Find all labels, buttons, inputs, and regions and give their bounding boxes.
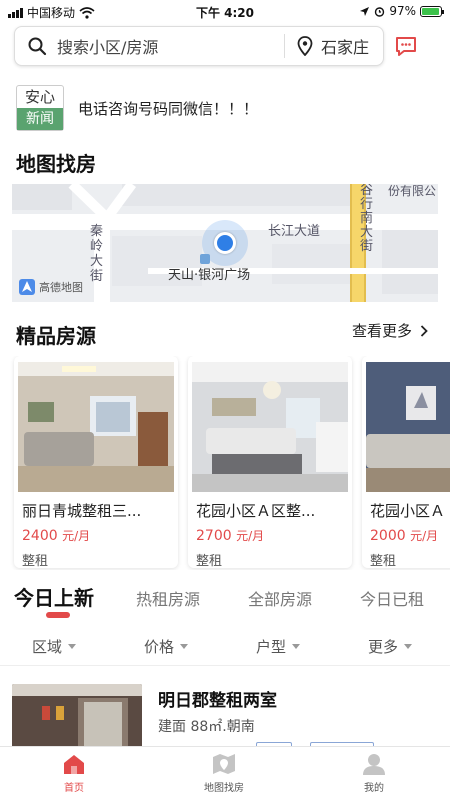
announcement-text: 电话咨询号码同微信！！！: [78, 99, 259, 118]
user-icon: [363, 754, 385, 775]
card-rent-type: 整租: [22, 554, 49, 568]
nav-home[interactable]: 首页: [24, 753, 124, 794]
announcement-bar[interactable]: 安心 新闻 电话咨询号码同微信！！！: [16, 85, 436, 131]
map-label-corner: 份有限公: [388, 184, 437, 198]
map-label-road-left: 秦岭大街: [90, 224, 104, 284]
location-dot-icon: [214, 232, 236, 254]
listing-photo: [18, 362, 174, 492]
location-arrow-icon: [360, 6, 370, 16]
card-price: 2700 元/月: [196, 528, 265, 544]
tab-all[interactable]: 全部房源: [248, 586, 312, 610]
message-icon[interactable]: [394, 34, 418, 58]
chevron-right-icon: [420, 324, 428, 337]
tab-today-rented[interactable]: 今日已租: [360, 586, 424, 610]
poi-marker-icon: [200, 254, 210, 264]
caret-down-icon: [292, 644, 301, 649]
view-more-link[interactable]: 查看更多: [352, 320, 428, 341]
card-title: 丽日青城整租三...: [22, 502, 142, 520]
filter-bar: 区域 价格 户型 更多: [0, 634, 450, 666]
listing-photo: [192, 362, 348, 492]
nav-map[interactable]: 地图找房: [174, 753, 274, 794]
news-logo: 安心 新闻: [16, 85, 64, 131]
featured-card[interactable]: 丽日青城整租三... 2400 元/月 整租: [14, 356, 178, 568]
battery-percent: 97%: [389, 4, 416, 18]
status-bar: 中国移动 下午 4:20 97%: [0, 0, 450, 22]
listing-thumbnail: [12, 684, 142, 748]
featured-card[interactable]: 花园小区Ａ 2000 元/月 整租: [362, 356, 450, 568]
alarm-icon: [375, 6, 385, 17]
nav-profile[interactable]: 我的: [324, 753, 424, 794]
list-item[interactable]: 明日郡整租两室 建面 88㎡.朝南: [12, 684, 442, 758]
filter-layout[interactable]: 户型: [256, 636, 301, 657]
card-rent-type: 整租: [196, 554, 223, 568]
map-label-road-right: 长江大道: [268, 224, 321, 239]
featured-card[interactable]: 花园小区Ａ区整... 2700 元/月 整租: [188, 356, 352, 568]
search-bar[interactable]: 搜索小区/房源 石家庄: [14, 26, 384, 66]
map-label-place: 天山·银河广场: [168, 268, 251, 283]
search-divider: [283, 34, 285, 58]
search-icon: [28, 37, 47, 56]
filter-more[interactable]: 更多: [368, 636, 413, 657]
featured-carousel[interactable]: 丽日青城整租三... 2400 元/月 整租 花园小区Ａ区整... 2700 元…: [10, 356, 450, 570]
map-provider-logo: 高德地图: [18, 278, 83, 296]
search-input[interactable]: 搜索小区/房源: [57, 34, 284, 58]
card-price: 2000 元/月: [370, 528, 439, 544]
home-icon: [64, 755, 84, 774]
map-icon: [213, 754, 235, 774]
featured-section-title: 精品房源: [16, 324, 96, 348]
map-label-road-vertical: 谷行南大街: [360, 184, 374, 254]
caret-down-icon: [68, 644, 77, 649]
location-pin-icon: [297, 36, 313, 56]
active-tab-indicator: [46, 612, 70, 618]
card-rent-type: 整租: [370, 554, 397, 568]
tab-today-new[interactable]: 今日上新: [14, 582, 94, 611]
map-section-title: 地图找房: [16, 152, 96, 176]
filter-price[interactable]: 价格: [144, 636, 189, 657]
caret-down-icon: [180, 644, 189, 649]
caret-down-icon: [404, 644, 413, 649]
amap-logo-icon: [19, 279, 35, 295]
filter-area[interactable]: 区域: [32, 636, 77, 657]
city-selector[interactable]: 石家庄: [321, 34, 369, 58]
listing-subtitle: 建面 88㎡.朝南: [158, 719, 255, 735]
tab-hot[interactable]: 热租房源: [136, 586, 200, 610]
battery-icon: [420, 5, 444, 17]
card-title: 花园小区Ａ区整...: [196, 502, 316, 520]
listing-title: 明日郡整租两室: [158, 691, 277, 711]
card-price: 2400 元/月: [22, 528, 91, 544]
map-view[interactable]: 秦岭大街 长江大道 谷行南大街 份有限公 天山·银河广场 高德地图: [12, 184, 438, 302]
bottom-nav: 首页 地图找房 我的: [0, 746, 450, 800]
listing-photo: [366, 362, 450, 492]
card-title: 花园小区Ａ: [370, 502, 446, 520]
